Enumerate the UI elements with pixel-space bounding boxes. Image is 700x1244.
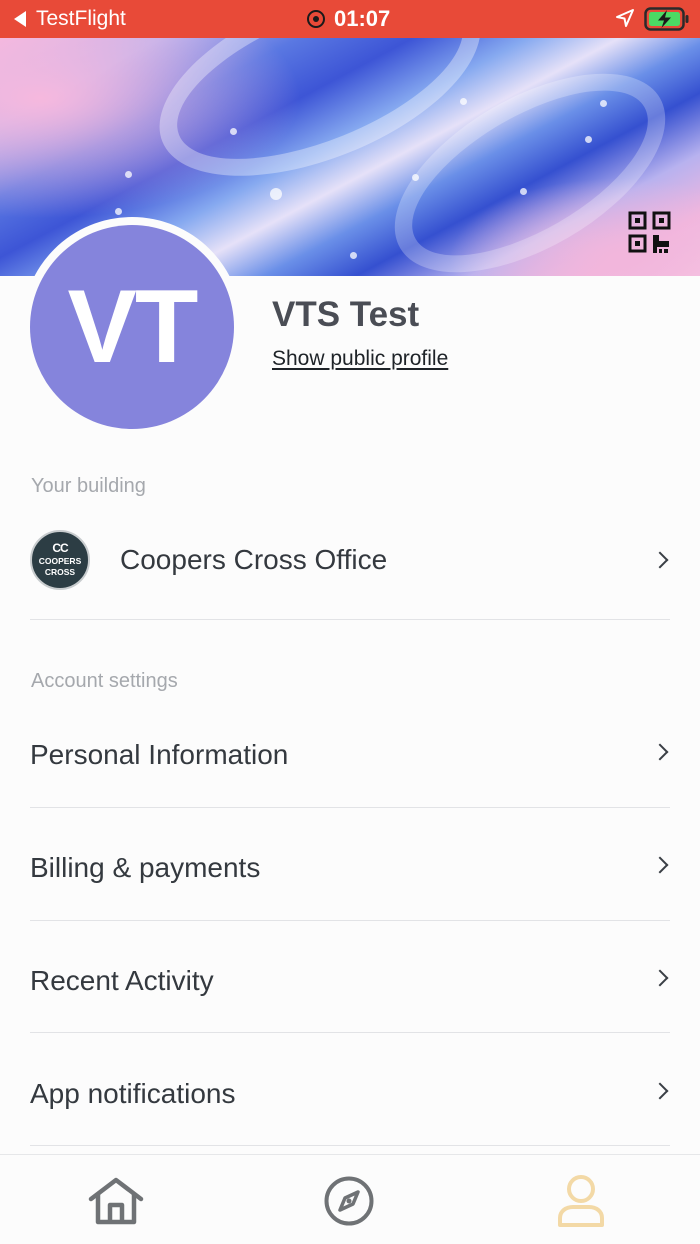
- tab-profile[interactable]: [551, 1173, 611, 1229]
- chevron-right-icon: [651, 1082, 669, 1100]
- building-logo: CC COOPERS CROSS: [30, 530, 90, 590]
- avatar-initials: VT: [67, 268, 199, 385]
- qr-code-icon[interactable]: [628, 211, 672, 253]
- chevron-right-icon: [651, 856, 669, 874]
- status-time: 01:07: [334, 6, 391, 31]
- battery-charging-icon: [644, 7, 689, 31]
- tab-home[interactable]: [86, 1173, 146, 1229]
- menu-item-label: Billing & payments: [30, 852, 261, 883]
- screen-recording-icon: [307, 10, 325, 28]
- divider: [30, 807, 670, 808]
- menu-item-billing-payments[interactable]: Billing & payments: [30, 848, 670, 892]
- divider: [30, 1032, 670, 1033]
- menu-item-label: Personal Information: [30, 739, 289, 770]
- person-icon: [558, 1175, 604, 1227]
- menu-item-label: Recent Activity: [30, 965, 214, 996]
- account-settings-section-label: Account settings: [31, 670, 178, 692]
- menu-item-label: App notifications: [30, 1078, 236, 1109]
- building-logo-monogram: CC: [52, 541, 68, 555]
- building-logo-text-1: COOPERS: [38, 556, 82, 566]
- divider: [30, 1145, 670, 1146]
- back-to-app-label[interactable]: TestFlight: [36, 7, 126, 31]
- building-name: Coopers Cross Office: [120, 544, 388, 575]
- your-building-section-label: Your building: [31, 475, 146, 497]
- divider: [30, 920, 670, 921]
- tab-explore[interactable]: [319, 1173, 379, 1229]
- chevron-right-icon: [651, 743, 669, 761]
- chevron-right-icon: [651, 551, 669, 569]
- back-arrow-icon[interactable]: [14, 11, 26, 27]
- chevron-right-icon: [651, 969, 669, 987]
- menu-item-recent-activity[interactable]: Recent Activity: [30, 961, 670, 1005]
- avatar-circle: VT: [30, 225, 234, 429]
- menu-item-app-notifications[interactable]: App notifications: [30, 1074, 670, 1118]
- building-row[interactable]: CC COOPERS CROSS Coopers Cross Office: [30, 530, 670, 590]
- tab-bar: [0, 1154, 700, 1244]
- profile-name: VTS Test: [272, 295, 420, 334]
- home-icon: [88, 1177, 144, 1225]
- divider: [30, 619, 670, 620]
- status-bar: TestFlight 01:07: [0, 0, 700, 38]
- show-public-profile-link[interactable]: Show public profile: [272, 347, 448, 371]
- menu-item-personal-information[interactable]: Personal Information: [30, 735, 670, 779]
- avatar[interactable]: VT: [22, 217, 242, 437]
- location-arrow-icon: [616, 9, 634, 27]
- compass-icon: [324, 1176, 374, 1226]
- building-logo-text-2: CROSS: [44, 567, 76, 577]
